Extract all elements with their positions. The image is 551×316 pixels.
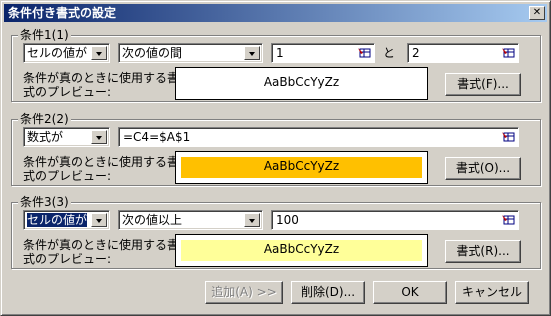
condition2-label: 条件2(2) [18,112,71,126]
chevron-down-icon[interactable] [91,46,107,60]
condition3-operator-value: 次の値以上 [122,213,183,227]
condition2-formula: =C4=$A$1 [123,130,191,144]
range-select-icon[interactable] [501,46,516,60]
condition1-operator-select[interactable]: 次の値の間 [118,43,263,63]
condition2-preview: AaBbCcYyZz [175,151,428,184]
condition1-preview-text: AaBbCcYyZz [263,75,340,89]
chevron-down-icon[interactable] [244,46,260,60]
condition3-label: 条件3(3) [18,195,71,209]
range-select-icon[interactable] [501,213,516,227]
close-button[interactable]: ✕ [529,6,545,20]
chevron-down-icon[interactable] [244,213,260,227]
condition1-value2: 2 [412,46,420,60]
condition3-preview-text: AaBbCcYyZz [263,242,340,256]
condition3-format-button[interactable]: 書式(R)... [445,240,521,263]
condition1-value2-field[interactable]: 2 [407,43,519,63]
condition2-format-button[interactable]: 書式(O)... [445,157,521,180]
condition1-and-label: と [383,46,396,60]
condition1-type-select[interactable]: セルの値が [23,43,110,63]
delete-button[interactable]: 削除(D)... [291,281,365,304]
condition2-type-select[interactable]: 数式が [23,127,110,147]
condition3-type-value: セルの値が [27,213,88,227]
add-button[interactable]: 追加(A) >> [205,281,283,304]
range-select-icon[interactable] [357,46,372,60]
condition2-type-value: 数式が [27,130,64,144]
condition3-preview-label-line2: 式のプレビュー: [23,252,112,266]
range-select-icon[interactable] [501,130,516,144]
window-title: 条件付き書式の設定 [8,6,117,20]
chevron-down-icon[interactable] [91,130,107,144]
condition3-group: 条件3(3) セルの値が 次の値以上 100 条件が真のときに使用する書 式のプ… [11,195,541,269]
condition2-preview-label-line2: 式のプレビュー: [23,169,112,183]
condition3-preview: AaBbCcYyZz [175,234,428,267]
condition1-value1-field[interactable]: 1 [271,43,375,63]
condition3-operator-select[interactable]: 次の値以上 [118,210,263,230]
condition1-preview-label-line1: 条件が真のときに使用する書 [23,71,180,85]
condition1-preview-label-line2: 式のプレビュー: [23,85,112,99]
chevron-down-icon[interactable] [91,213,107,227]
condition2-group: 条件2(2) 数式が =C4=$A$1 条件が真のときに使用する書 式のプレビュ… [11,112,541,186]
condition1-label: 条件1(1) [18,28,71,42]
condition1-preview: AaBbCcYyZz [175,67,428,100]
condition3-preview-label-line1: 条件が真のときに使用する書 [23,238,180,252]
condition2-preview-text: AaBbCcYyZz [263,159,340,173]
title-bar[interactable]: 条件付き書式の設定 ✕ [4,4,547,22]
condition1-operator-value: 次の値の間 [122,46,183,60]
condition1-format-button[interactable]: 書式(F)... [445,73,521,96]
cancel-button[interactable]: キャンセル [455,281,529,304]
condition1-value1: 1 [276,46,284,60]
condition3-value1: 100 [276,213,299,227]
conditional-format-dialog: 条件付き書式の設定 ✕ 条件1(1) セルの値が 次の値の間 1 と 2 条件が… [0,0,551,316]
condition3-value1-field[interactable]: 100 [271,210,519,230]
condition1-type-value: セルの値が [27,46,88,60]
condition2-preview-label-line1: 条件が真のときに使用する書 [23,155,180,169]
condition3-type-select[interactable]: セルの値が [23,210,110,230]
ok-button[interactable]: OK [373,281,447,304]
condition1-group: 条件1(1) セルの値が 次の値の間 1 と 2 条件が真のときに使用する書 式… [11,28,541,102]
condition2-formula-field[interactable]: =C4=$A$1 [118,127,519,147]
